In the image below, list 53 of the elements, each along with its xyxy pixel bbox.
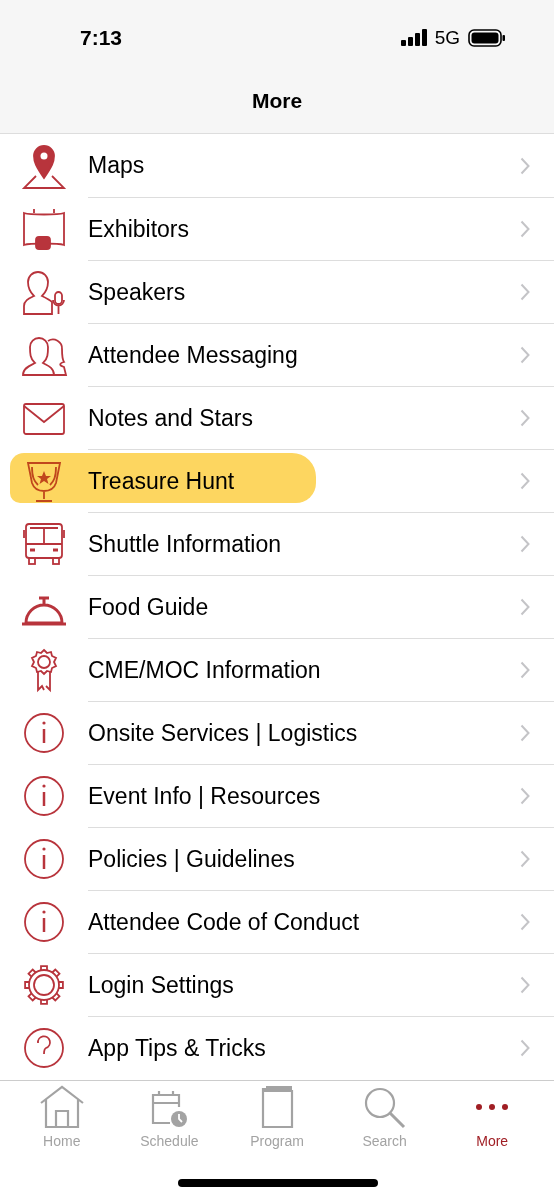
menu-item[interactable]: Exhibitors (0, 197, 554, 260)
chevron-icon (520, 913, 530, 931)
menu-item[interactable]: Speakers (0, 260, 554, 323)
battery-icon (468, 28, 506, 47)
chevron-icon (520, 787, 530, 805)
chevron-icon (520, 1039, 530, 1057)
menu-label: Event Info | Resources (88, 782, 321, 810)
network-label: 5G (434, 26, 460, 49)
menu-label: Login Settings (88, 971, 234, 999)
menu-item[interactable]: Policies | Guidelines (0, 827, 554, 890)
nav-title: More (251, 89, 303, 113)
menu-label: Attendee Messaging (88, 341, 298, 369)
chevron-icon (520, 409, 530, 427)
menu-item[interactable]: Event Info | Resources (0, 764, 554, 827)
chevron-icon (520, 472, 530, 490)
chevron-icon (520, 850, 530, 868)
chevron-icon (520, 156, 530, 175)
chevron-icon (520, 535, 530, 553)
chevron-icon (520, 598, 530, 616)
menu-item[interactable]: Shuttle Information (0, 512, 554, 575)
menu-label: Shuttle Information (88, 530, 282, 558)
menu-item[interactable]: Food Guide (0, 575, 554, 638)
menu-label: Notes and Stars (88, 404, 253, 432)
chevron-icon (520, 976, 530, 994)
house-icon (38, 1085, 85, 1129)
tab[interactable]: More (438, 1085, 546, 1149)
menu-label: Policies | Guidelines (88, 845, 295, 873)
chevron-icon (520, 661, 530, 679)
menu-label: Speakers (88, 278, 186, 306)
menu-label: App Tips & Tricks (88, 1034, 266, 1062)
menu-label: Treasure Hunt (88, 467, 235, 495)
menu-item[interactable]: Maps (0, 134, 554, 197)
menu-label: Maps (88, 152, 145, 179)
menu-label: CME/MOC Information (88, 656, 321, 684)
menu-item[interactable]: Attendee Messaging (0, 323, 554, 386)
menu-item[interactable]: Notes and Stars (0, 386, 554, 449)
menu-item[interactable]: CME/MOC Information (0, 638, 554, 701)
menu-item[interactable]: App Tips & Tricks (0, 1016, 554, 1079)
menu-item[interactable]: Onsite Services | Logistics (0, 701, 554, 764)
signal-icon (400, 29, 429, 46)
chevron-icon (520, 724, 530, 742)
chevron-icon (520, 346, 530, 364)
chevron-icon (520, 283, 530, 301)
menu-label: Onsite Services | Logistics (88, 719, 358, 747)
menu-item[interactable]: Login Settings (0, 953, 554, 1016)
menu-item[interactable]: Attendee Code of Conduct (0, 890, 554, 953)
menu-item[interactable]: Treasure Hunt (0, 449, 554, 512)
more-icon (476, 1104, 509, 1110)
menu-label: Exhibitors (88, 215, 189, 243)
status-time: 7:13 (80, 25, 123, 50)
menu-label: Attendee Code of Conduct (88, 908, 360, 936)
menu-label: Food Guide (88, 593, 209, 621)
chevron-icon (520, 220, 530, 238)
